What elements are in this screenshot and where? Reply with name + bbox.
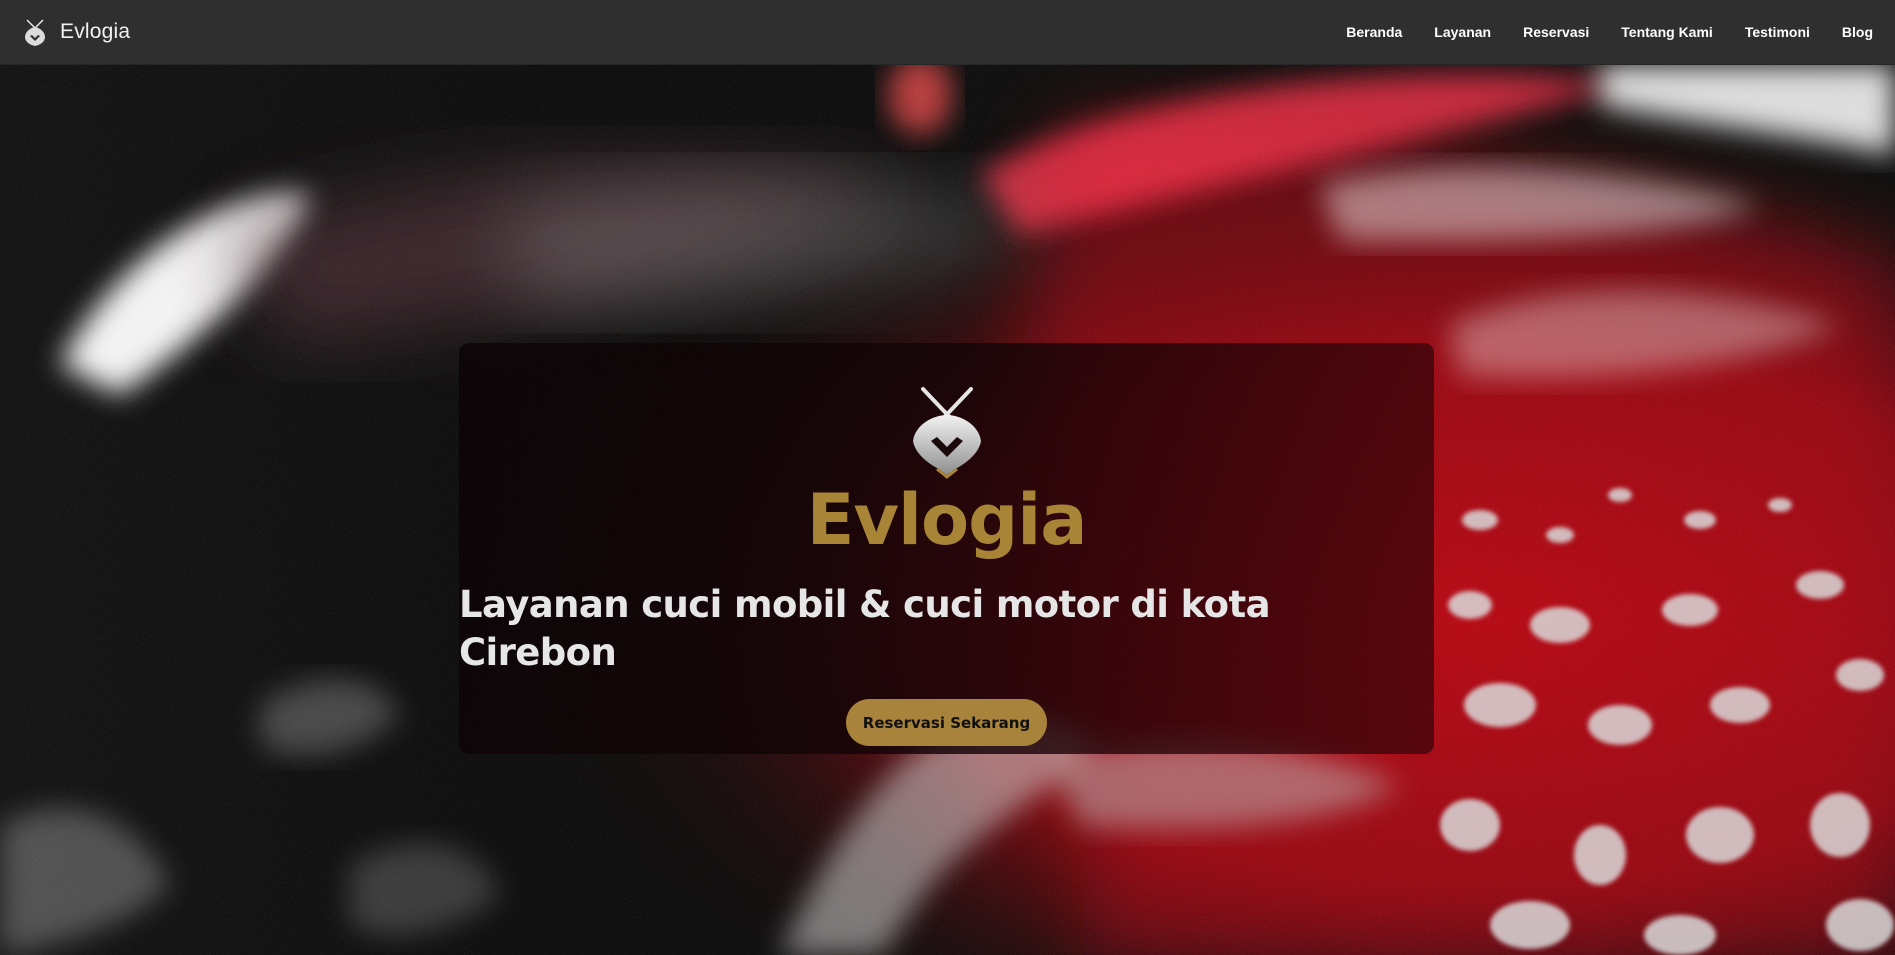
hero-card: Evlogia Layanan cuci mobil & cuci motor … [459,343,1434,754]
nav-link-reservasi[interactable]: Reservasi [1507,24,1605,40]
brand-link[interactable]: Evlogia [20,17,130,47]
hero-section: Evlogia Layanan cuci mobil & cuci motor … [0,65,1895,955]
nav-links: Beranda Layanan Reservasi Tentang Kami T… [1330,24,1873,40]
nav-link-layanan[interactable]: Layanan [1418,24,1507,40]
reservasi-sekarang-button[interactable]: Reservasi Sekarang [845,699,1048,746]
nav-link-tentang-kami[interactable]: Tentang Kami [1605,24,1729,40]
nav-link-blog[interactable]: Blog [1826,24,1873,40]
hero-subtitle: Layanan cuci mobil & cuci motor di kota … [459,583,1271,674]
top-navbar: Evlogia Beranda Layanan Reservasi Tentan… [0,0,1895,65]
nav-link-beranda[interactable]: Beranda [1330,24,1418,40]
hero-title: Evlogia [806,479,1088,561]
evlogia-logo-icon [25,19,45,46]
nav-link-testimoni[interactable]: Testimoni [1729,24,1826,40]
brand-name: Evlogia [60,20,131,43]
crossed-spray-guns-emblem-icon [912,387,981,479]
